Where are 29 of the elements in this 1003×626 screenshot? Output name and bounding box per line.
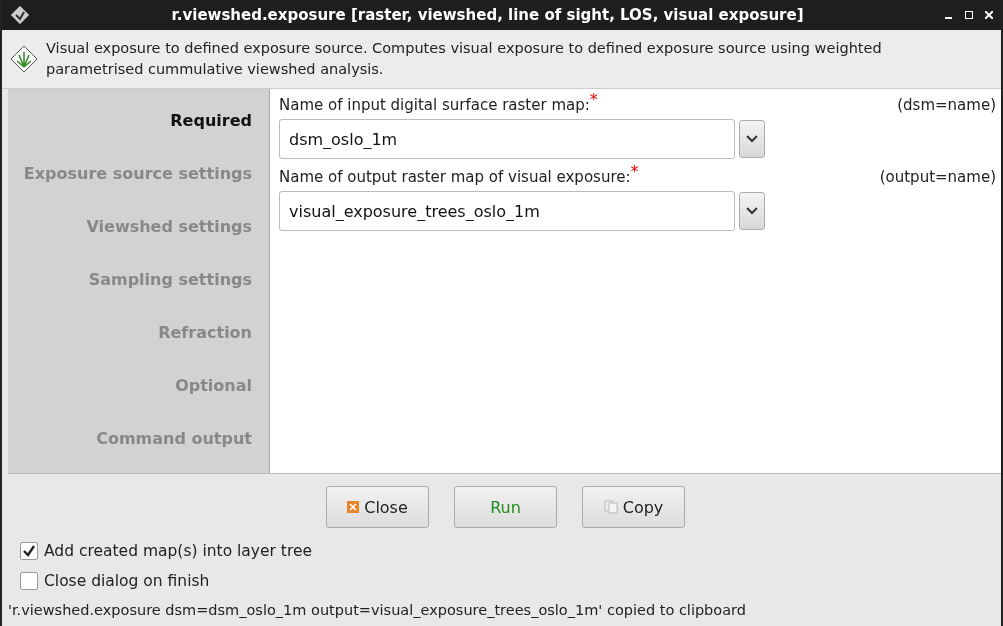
grass-logo-icon <box>10 45 38 73</box>
run-button[interactable]: Run <box>454 486 557 528</box>
chevron-down-icon <box>746 135 758 143</box>
parameter-name: (output=name) <box>879 167 996 188</box>
checkbox-icon[interactable] <box>20 572 38 590</box>
close-icon <box>347 501 360 513</box>
description-text: Visual exposure to defined exposure source. Computes visual exposure to defined exposure source using weighted parametrised cummulative viewshed analysis. <box>46 39 883 79</box>
field-label: Name of input digital surface raster map: <box>279 95 590 116</box>
close-button[interactable]: Close <box>326 486 429 528</box>
map-name-field[interactable]: visual_exposure_trees_oslo_1m <box>279 191 735 231</box>
status-message: 'r.viewshed.exposure dsm=dsm_oslo_1m output=visual_exposure_trees_oslo_1m' copied to clipboard <box>8 602 747 618</box>
app-icon <box>10 5 30 25</box>
copy-icon <box>603 500 618 514</box>
required-mark: * <box>630 165 639 179</box>
dropdown-button[interactable] <box>739 120 765 158</box>
checkbox-icon[interactable] <box>20 542 38 560</box>
checkbox-label[interactable]: Add created map(s) into layer tree <box>44 542 313 560</box>
checkbox-label[interactable]: Close dialog on finish <box>44 572 210 590</box>
window-title: r.viewshed.exposure [raster, viewshed, line of sight, LOS, visual exposure] <box>170 6 805 24</box>
maximize-icon[interactable] <box>965 11 973 19</box>
required-mark: * <box>589 93 598 107</box>
copy-button[interactable]: Copy <box>582 486 685 528</box>
field-label: Name of output raster map of visual exposure: <box>279 167 631 188</box>
chevron-down-icon <box>746 207 758 215</box>
map-name-field[interactable]: dsm_oslo_1m <box>279 119 735 159</box>
close-icon[interactable] <box>985 11 993 19</box>
dropdown-button[interactable] <box>739 192 765 230</box>
parameter-name: (dsm=name) <box>897 95 996 116</box>
sidebar-tab[interactable]: Required <box>8 99 269 152</box>
